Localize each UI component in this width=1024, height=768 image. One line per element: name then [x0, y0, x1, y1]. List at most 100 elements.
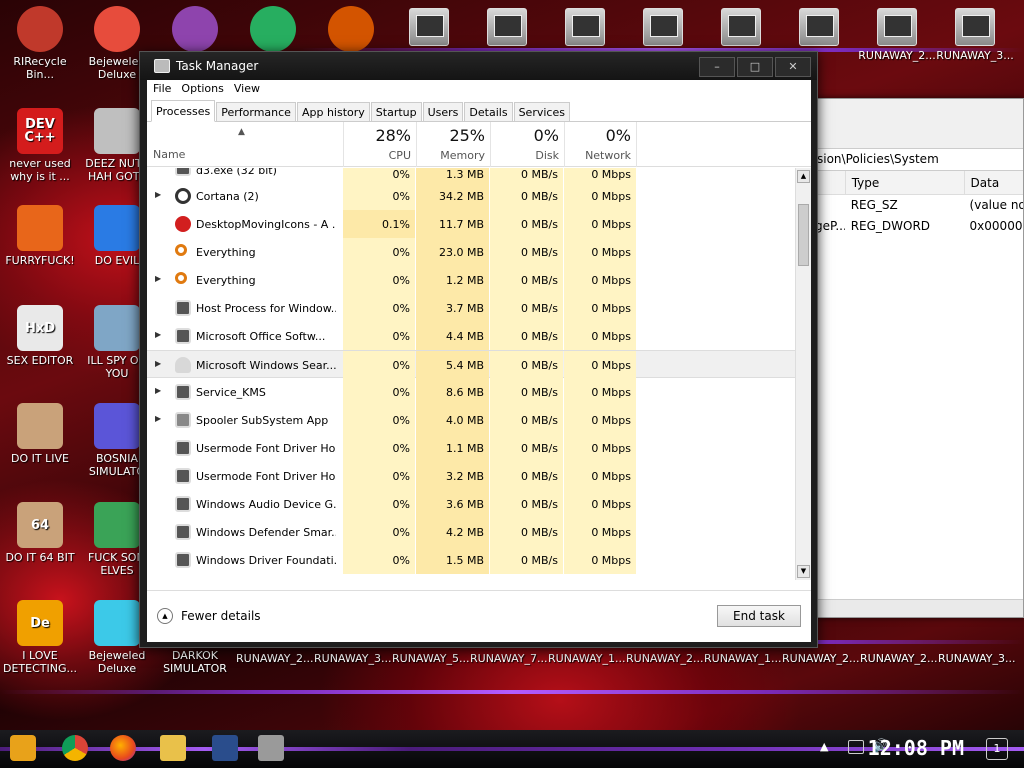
- desktop-icon-label[interactable]: RUNAWAY_5...: [392, 652, 470, 665]
- chrome-taskbar-icon[interactable]: [62, 735, 88, 761]
- memory-cell: 4.4 MB: [416, 322, 489, 350]
- expand-arrow-icon[interactable]: ▶: [155, 190, 161, 199]
- menu-options[interactable]: Options: [181, 80, 229, 98]
- task-manager-window[interactable]: Task Manager – □ ✕ File Options View Pro…: [139, 51, 818, 648]
- scroll-up-icon[interactable]: ▲: [797, 170, 810, 183]
- process-row[interactable]: 0.1% 11.7 MB 0 MB/s 0 Mbps DesktopMovingIcon…: [147, 210, 795, 238]
- close-button[interactable]: ✕: [775, 57, 811, 77]
- registry-row[interactable]: REG_SZ (value not: [809, 195, 1023, 216]
- process-row[interactable]: 0% 3.2 MB 0 MB/s 0 Mbps Usermode Font Driver…: [147, 462, 795, 490]
- app-icon: [17, 403, 63, 449]
- process-row[interactable]: 0% 3.7 MB 0 MB/s 0 Mbps Host Process for Win…: [147, 294, 795, 322]
- task-manager-taskbar-icon[interactable]: [258, 735, 284, 761]
- tab-app-history[interactable]: App history: [296, 102, 370, 121]
- expand-arrow-icon[interactable]: ▶: [155, 414, 161, 423]
- desktop-icon-label[interactable]: RUNAWAY_1...: [704, 652, 782, 665]
- desktop-icon-label[interactable]: RUNAWAY_2...: [236, 652, 314, 665]
- process-row[interactable]: 0% 4.0 MB 0 MB/s 0 Mbps ▶ Spooler SubSystem A…: [147, 406, 795, 434]
- registry-col-data[interactable]: Data: [963, 171, 1023, 194]
- desktop-icon-label[interactable]: RUNAWAY_7...: [470, 652, 548, 665]
- tab-details[interactable]: Details: [464, 102, 513, 121]
- vm-shortcut-icon[interactable]: RUNAWAY_3...: [935, 8, 1015, 62]
- vm-shortcut-icon[interactable]: [701, 8, 781, 49]
- memory-cell: 23.0 MB: [416, 238, 489, 266]
- menu-file[interactable]: File: [153, 80, 177, 98]
- column-network[interactable]: 0% Network: [564, 122, 637, 167]
- vm-shortcut-icon[interactable]: [545, 8, 625, 49]
- desktop-icon[interactable]: [155, 6, 235, 55]
- tab-services[interactable]: Services: [513, 102, 570, 121]
- process-row[interactable]: 0% 1.1 MB 0 MB/s 0 Mbps Usermode Font Driver…: [147, 434, 795, 462]
- expand-arrow-icon[interactable]: ▶: [155, 274, 161, 283]
- app-icon: [17, 6, 63, 52]
- tab-startup[interactable]: Startup: [370, 102, 422, 121]
- expand-arrow-icon[interactable]: ▶: [155, 330, 161, 339]
- vm-shortcut-icon[interactable]: RUNAWAY_2...: [857, 8, 937, 62]
- fewer-details-button[interactable]: ▲ Fewer details: [157, 608, 261, 624]
- process-row[interactable]: 0% 1.2 MB 0 MB/s 0 Mbps ▶ Everything: [147, 266, 795, 294]
- tab-users[interactable]: Users: [422, 102, 464, 121]
- vm-icon: [487, 8, 527, 46]
- scroll-down-icon[interactable]: ▼: [797, 565, 810, 578]
- desktop-icon-label[interactable]: RUNAWAY_1...: [548, 652, 626, 665]
- file-explorer-taskbar-icon[interactable]: [160, 735, 186, 761]
- vertical-scrollbar[interactable]: ▲ ▼: [795, 168, 811, 580]
- notification-icon[interactable]: 1: [986, 738, 1008, 760]
- process-row[interactable]: 0% 5.4 MB 0 MB/s 0 Mbps ▶ Microsoft Windows S…: [147, 350, 795, 379]
- process-name: Spooler SubSystem App: [196, 414, 329, 427]
- process-row[interactable]: 0% 8.6 MB 0 MB/s 0 Mbps ▶ Service_KMS: [147, 378, 795, 406]
- process-row[interactable]: 0% 1.3 MB 0 MB/s 0 Mbps d3.exe (32 bit): [147, 168, 795, 182]
- expand-arrow-icon[interactable]: ▶: [155, 386, 161, 395]
- chevron-up-icon[interactable]: ▲: [820, 740, 834, 754]
- desktop-icon[interactable]: DO IT LIVE: [0, 403, 80, 465]
- menu-view[interactable]: View: [234, 80, 266, 98]
- registry-row[interactable]: geP...REG_DWORD0x000000: [809, 216, 1023, 237]
- desktop-icon-label: RUNAWAY_3...: [936, 49, 1014, 62]
- process-row[interactable]: 0% 1.5 MB 0 MB/s 0 Mbps Windows Driver Found…: [147, 546, 795, 574]
- process-row[interactable]: 0% 4.2 MB 0 MB/s 0 Mbps Windows Defender Sma…: [147, 518, 795, 546]
- desktop-icon-label[interactable]: RUNAWAY_2...: [626, 652, 704, 665]
- desktop-icon[interactable]: DEV C++ never used why is it ...: [0, 108, 80, 183]
- network-cell: 0 Mbps: [564, 462, 636, 490]
- registry-col-type[interactable]: Type: [844, 171, 964, 194]
- column-disk[interactable]: 0% Disk: [490, 122, 564, 167]
- expand-arrow-icon[interactable]: ▶: [155, 359, 161, 368]
- desktop-icon[interactable]: 64 DO IT 64 BIT: [0, 502, 80, 564]
- tab-processes[interactable]: Processes: [151, 100, 216, 122]
- desktop-icon-label[interactable]: RUNAWAY_2...: [860, 652, 938, 665]
- horizontal-scrollbar[interactable]: [809, 599, 1023, 617]
- column-name[interactable]: Name: [153, 148, 185, 161]
- clock[interactable]: 12:08 PM: [868, 736, 964, 760]
- process-row[interactable]: 0% 3.6 MB 0 MB/s 0 Mbps Windows Audio Device…: [147, 490, 795, 518]
- registry-editor-window[interactable]: sion\Policies\System Type Data REG_SZ (va…: [808, 98, 1024, 618]
- firefox-taskbar-icon[interactable]: [110, 735, 136, 761]
- vm-shortcut-icon[interactable]: [623, 8, 703, 49]
- tab-performance[interactable]: Performance: [216, 102, 296, 121]
- desktop-icon[interactable]: De I LOVE DETECTING...: [0, 600, 80, 675]
- process-row[interactable]: 0% 4.4 MB 0 MB/s 0 Mbps ▶ Microsoft Office So…: [147, 322, 795, 350]
- start-button-icon[interactable]: [10, 735, 36, 761]
- process-row[interactable]: 0% 23.0 MB 0 MB/s 0 Mbps Everything: [147, 238, 795, 266]
- column-memory[interactable]: 25% Memory: [416, 122, 490, 167]
- cpu-cell: 0%: [343, 168, 415, 182]
- scroll-thumb[interactable]: [798, 204, 809, 266]
- network-icon[interactable]: [848, 740, 864, 754]
- desktop-icon[interactable]: [233, 6, 313, 55]
- minimize-button[interactable]: –: [699, 57, 735, 77]
- vm-shortcut-icon[interactable]: [389, 8, 469, 49]
- desktop-icon-label[interactable]: RUNAWAY_3...: [938, 652, 1016, 665]
- desktop-icon[interactable]: RIRecycle Bin...: [0, 6, 80, 81]
- desktop-icon-label[interactable]: RUNAWAY_3...: [314, 652, 392, 665]
- app-icon: [175, 552, 191, 568]
- end-task-button[interactable]: End task: [717, 605, 801, 627]
- process-row[interactable]: 0% 34.2 MB 0 MB/s 0 Mbps ▶ Cortana (2): [147, 182, 795, 210]
- maximize-button[interactable]: □: [737, 57, 773, 77]
- vm-shortcut-icon[interactable]: [467, 8, 547, 49]
- desktop-icon[interactable]: [311, 6, 391, 55]
- column-cpu[interactable]: 28% CPU: [343, 122, 416, 167]
- app-taskbar-icon[interactable]: [212, 735, 238, 761]
- desktop-icon[interactable]: FURRYFUCK!: [0, 205, 80, 267]
- vm-shortcut-icon[interactable]: [779, 8, 859, 49]
- desktop-icon[interactable]: HxD SEX EDITOR: [0, 305, 80, 367]
- desktop-icon-label[interactable]: RUNAWAY_2...: [782, 652, 860, 665]
